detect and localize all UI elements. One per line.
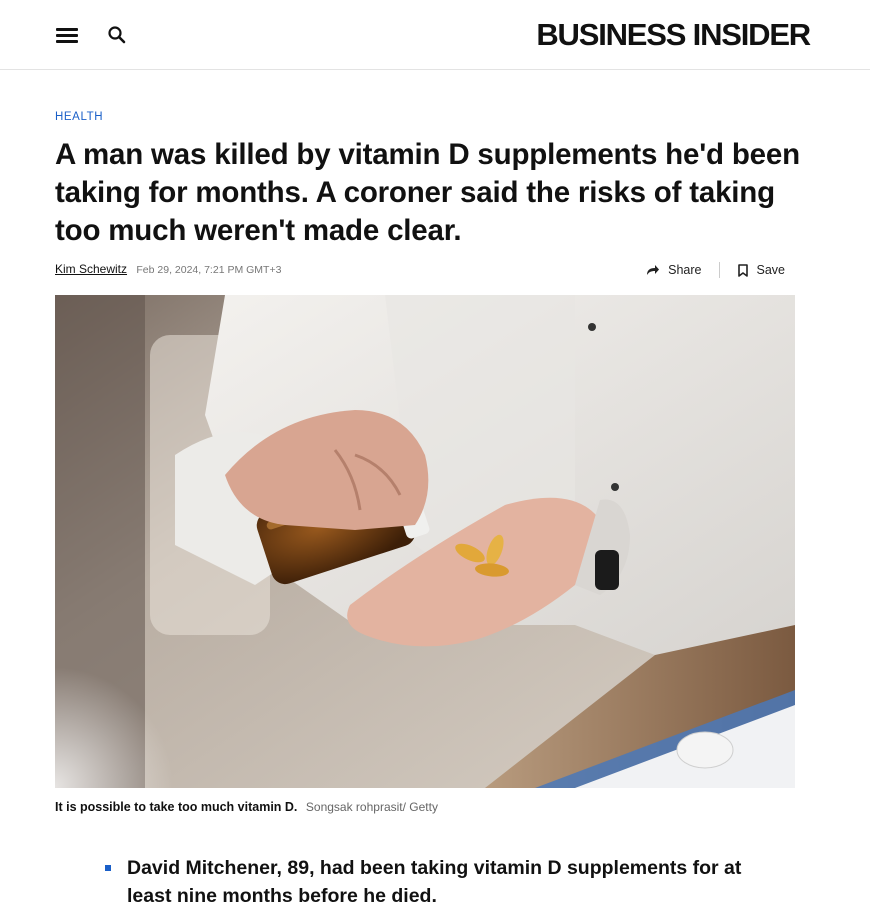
- article-headline: A man was killed by vitamin D supplement…: [55, 138, 800, 247]
- actions-divider: [718, 262, 720, 278]
- site-logo[interactable]: BUSINESS INSIDER: [536, 17, 811, 53]
- site-header: BUSINESS INSIDER: [0, 0, 870, 70]
- publish-date: Feb 29, 2024, 7:21 PM GMT+3: [136, 264, 282, 276]
- article-actions: Share Save: [646, 260, 785, 280]
- hero-image: [55, 295, 795, 788]
- key-point-text: David Mitchener, 89, had been taking vit…: [127, 857, 742, 907]
- share-label: Share: [668, 263, 702, 277]
- author-link[interactable]: Kim Schewitz: [55, 262, 127, 276]
- hamburger-menu-icon[interactable]: [55, 24, 79, 46]
- bookmark-icon: [737, 263, 748, 277]
- caption-text: It is possible to take too much vitamin …: [55, 800, 298, 814]
- key-points-list: David Mitchener, 89, had been taking vit…: [105, 854, 745, 910]
- share-button[interactable]: Share: [646, 263, 702, 277]
- image-caption: It is possible to take too much vitamin …: [55, 800, 438, 814]
- category-link[interactable]: HEALTH: [55, 111, 103, 123]
- save-button[interactable]: Save: [737, 263, 786, 277]
- byline: Kim Schewitz Feb 29, 2024, 7:21 PM GMT+3: [55, 262, 281, 276]
- key-point-item: David Mitchener, 89, had been taking vit…: [105, 854, 745, 910]
- save-label: Save: [756, 263, 786, 277]
- search-icon[interactable]: [106, 24, 128, 46]
- share-arrow-icon: [647, 265, 660, 275]
- caption-credit: Songsak rohprasit/ Getty: [305, 800, 438, 814]
- bullet-square-icon: [105, 865, 111, 871]
